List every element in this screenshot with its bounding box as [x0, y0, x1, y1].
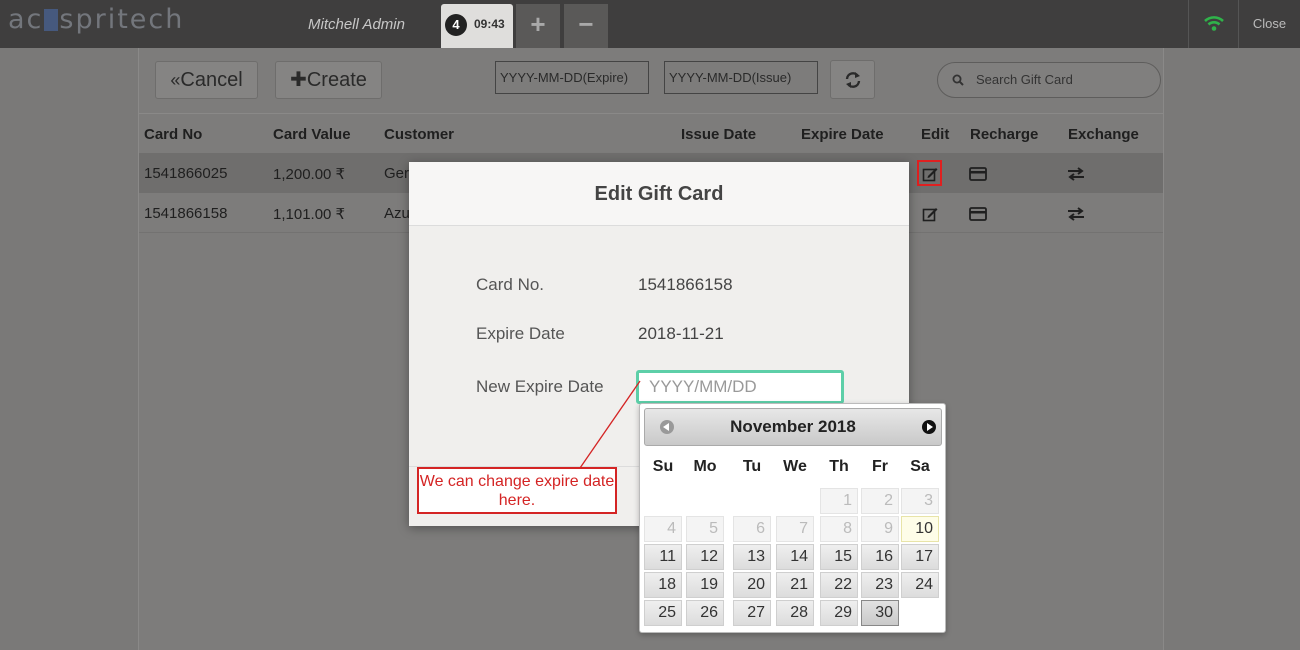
header-card-value: Card Value: [273, 126, 351, 143]
expire-date-value: 2018-11-21: [638, 324, 724, 343]
close-button[interactable]: Close: [1238, 0, 1300, 48]
datepicker-month: November 2018: [730, 417, 856, 436]
prev-month-icon[interactable]: [660, 420, 674, 434]
issue-date-filter[interactable]: YYYY-MM-DD(Issue): [664, 61, 818, 94]
credit-card-icon[interactable]: [969, 167, 987, 181]
calendar-day[interactable]: 22: [820, 572, 858, 598]
calendar-day[interactable]: 14: [776, 544, 814, 570]
top-bar: ac spritech Mitchell Admin 4 09:43 + − Cl…: [0, 0, 1300, 48]
dialog-title: Edit Gift Card: [409, 162, 909, 226]
header-issue-date: Issue Date: [681, 126, 757, 143]
new-expire-date-label: New Expire Date: [476, 377, 604, 396]
calendar-day[interactable]: 30: [861, 600, 899, 626]
edit-highlight: [917, 160, 942, 186]
card-value-cell: 1,101.00 ₹: [273, 206, 346, 223]
weekday-label: Sa: [910, 458, 930, 475]
card-no-value: 1541866158: [638, 275, 733, 294]
edit-icon[interactable]: [922, 206, 938, 222]
new-expire-date-input[interactable]: YYYY/MM/DD: [636, 370, 844, 404]
datepicker-header: November 2018: [644, 408, 942, 446]
calendar-day[interactable]: 26: [686, 600, 724, 626]
order-time: 09:43: [474, 17, 505, 31]
header-customer: Customer: [384, 126, 455, 143]
table-header: Card No Card Value Customer Issue Date E…: [139, 113, 1163, 153]
card-value-cell: 1,200.00 ₹: [273, 166, 346, 183]
exchange-icon[interactable]: [1067, 166, 1085, 182]
customer-cell: Ger: [384, 165, 410, 182]
card-no-label: Card No.: [476, 275, 545, 294]
calendar-day[interactable]: 28: [776, 600, 814, 626]
header-exchange: Exchange: [1068, 126, 1139, 143]
refresh-button[interactable]: [830, 60, 875, 99]
calendar-day[interactable]: 18: [644, 572, 682, 598]
calendar-day[interactable]: 29: [820, 600, 858, 626]
calendar-day[interactable]: 25: [644, 600, 682, 626]
cancel-button[interactable]: «Cancel: [155, 61, 258, 99]
calendar-day[interactable]: 23: [861, 572, 899, 598]
exchange-icon[interactable]: [1067, 206, 1085, 222]
user-name: Mitchell Admin: [308, 16, 405, 33]
add-order-button[interactable]: +: [516, 4, 560, 48]
calendar-day[interactable]: 15: [820, 544, 858, 570]
weekday-label: Mo: [693, 458, 717, 475]
calendar-day: 1: [820, 488, 858, 514]
weekday-label: Th: [829, 458, 849, 475]
calendar-day: 9: [861, 516, 899, 542]
create-button[interactable]: ✚Create: [275, 61, 382, 99]
calendar-day: 7: [776, 516, 814, 542]
calendar-day[interactable]: 10: [901, 516, 939, 542]
annotation-callout: We can change expire date here.: [417, 467, 617, 514]
weekday-label: Fr: [872, 458, 888, 475]
calendar-day[interactable]: 21: [776, 572, 814, 598]
card-no-cell: 1541866025: [144, 165, 228, 182]
calendar-day[interactable]: 12: [686, 544, 724, 570]
calendar-day[interactable]: 24: [901, 572, 939, 598]
calendar-day: 5: [686, 516, 724, 542]
expire-date-filter[interactable]: YYYY-MM-DD(Expire): [495, 61, 649, 94]
calendar-day: 2: [861, 488, 899, 514]
card-no-cell: 1541866158: [144, 205, 228, 222]
calendar-day[interactable]: 20: [733, 572, 771, 598]
remove-order-button[interactable]: −: [564, 4, 608, 48]
header-card-no: Card No: [144, 126, 203, 143]
next-month-icon[interactable]: [922, 420, 936, 434]
weekday-label: Su: [652, 458, 674, 475]
order-number-badge: 4: [445, 14, 467, 36]
calendar-day: 6: [733, 516, 771, 542]
weekday-label: Tu: [742, 458, 762, 475]
datepicker: November 2018 Su Mo Tu We Th Fr Sa 1 2 3 4 5 6 7 8 9 10…: [639, 403, 946, 633]
calendar-day[interactable]: 27: [733, 600, 771, 626]
double-chevron-left-icon: «: [170, 70, 181, 90]
calendar-day[interactable]: 16: [861, 544, 899, 570]
logo: ac spritech: [8, 4, 185, 35]
credit-card-icon[interactable]: [969, 207, 987, 221]
header-edit: Edit: [921, 126, 950, 143]
calendar-day[interactable]: 13: [733, 544, 771, 570]
order-tab[interactable]: 4 09:43: [441, 4, 513, 48]
refresh-icon: [845, 72, 860, 88]
weekday-label: We: [783, 458, 807, 475]
customer-cell: Azu: [384, 205, 410, 222]
header-expire-date: Expire Date: [801, 126, 884, 143]
plus-icon: ✚: [290, 69, 307, 91]
calendar-day: 4: [644, 516, 682, 542]
calendar-day: 3: [901, 488, 939, 514]
calendar-day[interactable]: 11: [644, 544, 682, 570]
search-input[interactable]: Search Gift Card: [937, 62, 1161, 98]
header-recharge: Recharge: [970, 126, 1039, 143]
search-icon: [952, 74, 964, 86]
calendar-day: 8: [820, 516, 858, 542]
wifi-icon: [1188, 0, 1238, 48]
calendar-day[interactable]: 19: [686, 572, 724, 598]
expire-date-label: Expire Date: [476, 324, 565, 343]
calendar-day[interactable]: 17: [901, 544, 939, 570]
